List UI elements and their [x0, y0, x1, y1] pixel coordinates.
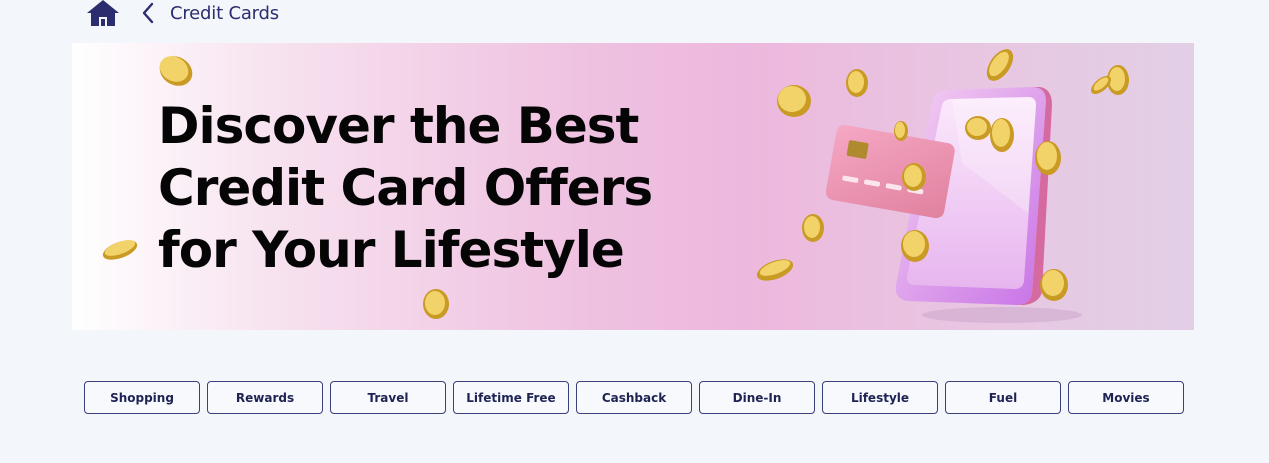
coin-icon [986, 49, 1014, 81]
coin-icon [965, 116, 991, 140]
headline-line-3: for Your Lifestyle [158, 221, 625, 279]
coin-icon [990, 118, 1014, 152]
coin-icon [902, 163, 926, 191]
tab-fuel[interactable]: Fuel [945, 381, 1061, 414]
breadcrumb: Credit Cards [86, 0, 279, 26]
coin-icon [901, 230, 929, 262]
coin-icon [802, 214, 824, 242]
headline-line-1: Discover the Best [158, 97, 639, 155]
tab-lifetime-free[interactable]: Lifetime Free [453, 381, 569, 414]
phone-card-illustration [756, 49, 1129, 323]
chevron-left-icon[interactable] [140, 2, 156, 24]
coin-icon [1040, 269, 1068, 301]
coin-icon [777, 85, 811, 117]
coin-icon [756, 259, 794, 281]
page-title: Credit Cards [170, 2, 279, 24]
tab-dine-in[interactable]: Dine-In [699, 381, 815, 414]
headline-line-2: Credit Card Offers [158, 159, 653, 217]
tab-rewards[interactable]: Rewards [207, 381, 323, 414]
category-tabs: Shopping Rewards Travel Lifetime Free Ca… [84, 381, 1184, 414]
tab-lifestyle[interactable]: Lifestyle [822, 381, 938, 414]
hero-banner: Discover the Best Credit Card Offers for… [72, 43, 1194, 330]
coin-icon [159, 56, 193, 86]
coin-icon [423, 289, 449, 319]
tab-movies[interactable]: Movies [1068, 381, 1184, 414]
tab-cashback[interactable]: Cashback [576, 381, 692, 414]
home-icon[interactable] [86, 0, 120, 27]
coin-icon [1035, 141, 1061, 175]
coin-icon [894, 121, 908, 141]
coin-icon [846, 69, 868, 97]
coin-icon [102, 240, 138, 260]
tab-travel[interactable]: Travel [330, 381, 446, 414]
tab-shopping[interactable]: Shopping [84, 381, 200, 414]
banner-headline: Discover the Best Credit Card Offers for… [158, 95, 653, 281]
